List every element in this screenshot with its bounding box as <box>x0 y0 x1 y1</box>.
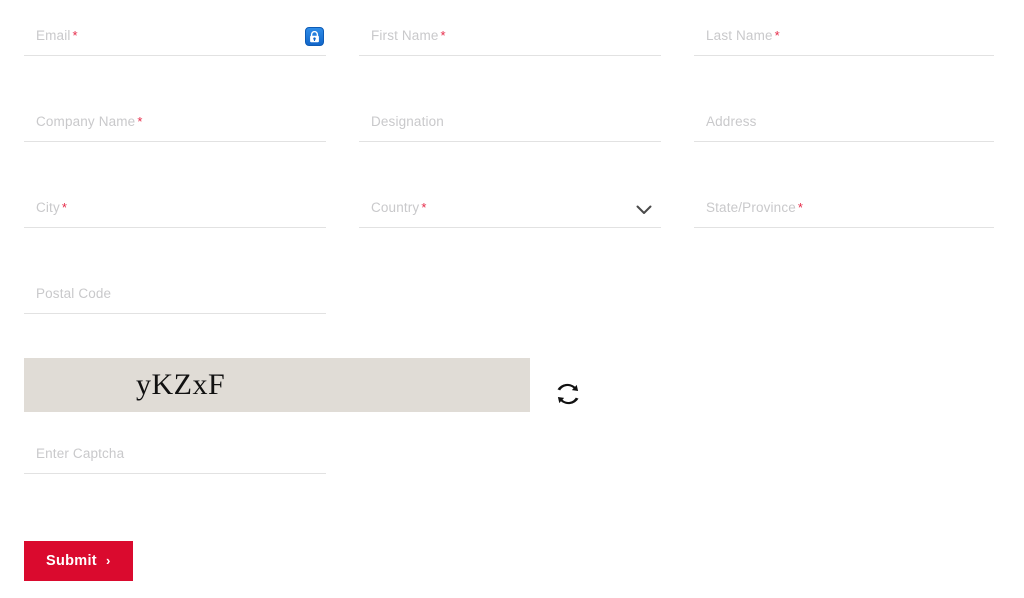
field-city[interactable]: City * <box>24 192 326 228</box>
field-state-province[interactable]: State/Province * <box>694 192 994 228</box>
registration-form: Email * First Name * Last Name * Company Na… <box>0 0 1024 598</box>
field-email[interactable]: Email * <box>24 20 326 56</box>
first-name-input[interactable] <box>359 20 661 55</box>
last-name-input[interactable] <box>694 20 994 55</box>
field-country[interactable]: Country * <box>359 192 661 228</box>
postal-code-input[interactable] <box>24 278 326 313</box>
captcha-image: yKZxF <box>24 358 530 412</box>
email-input[interactable] <box>24 20 326 55</box>
state-province-input[interactable] <box>694 192 994 227</box>
lock-badge-icon[interactable] <box>305 27 324 46</box>
field-last-name[interactable]: Last Name * <box>694 20 994 56</box>
field-first-name[interactable]: First Name * <box>359 20 661 56</box>
country-select[interactable] <box>359 192 661 227</box>
city-input[interactable] <box>24 192 326 227</box>
refresh-icon[interactable] <box>553 379 583 409</box>
field-address[interactable]: Address <box>694 106 994 142</box>
captcha-input[interactable] <box>24 438 326 473</box>
submit-button-label: Submit <box>46 553 97 569</box>
chevron-down-icon[interactable] <box>635 201 653 219</box>
field-postal-code[interactable]: Postal Code <box>24 278 326 314</box>
field-enter-captcha[interactable]: Enter Captcha <box>24 438 326 474</box>
submit-button[interactable]: Submit › <box>24 541 133 581</box>
chevron-right-icon: › <box>105 552 111 568</box>
address-input[interactable] <box>694 106 994 141</box>
designation-input[interactable] <box>359 106 661 141</box>
company-name-input[interactable] <box>24 106 326 141</box>
field-company-name[interactable]: Company Name * <box>24 106 326 142</box>
field-designation[interactable]: Designation <box>359 106 661 142</box>
captcha-code: yKZxF <box>136 368 226 401</box>
